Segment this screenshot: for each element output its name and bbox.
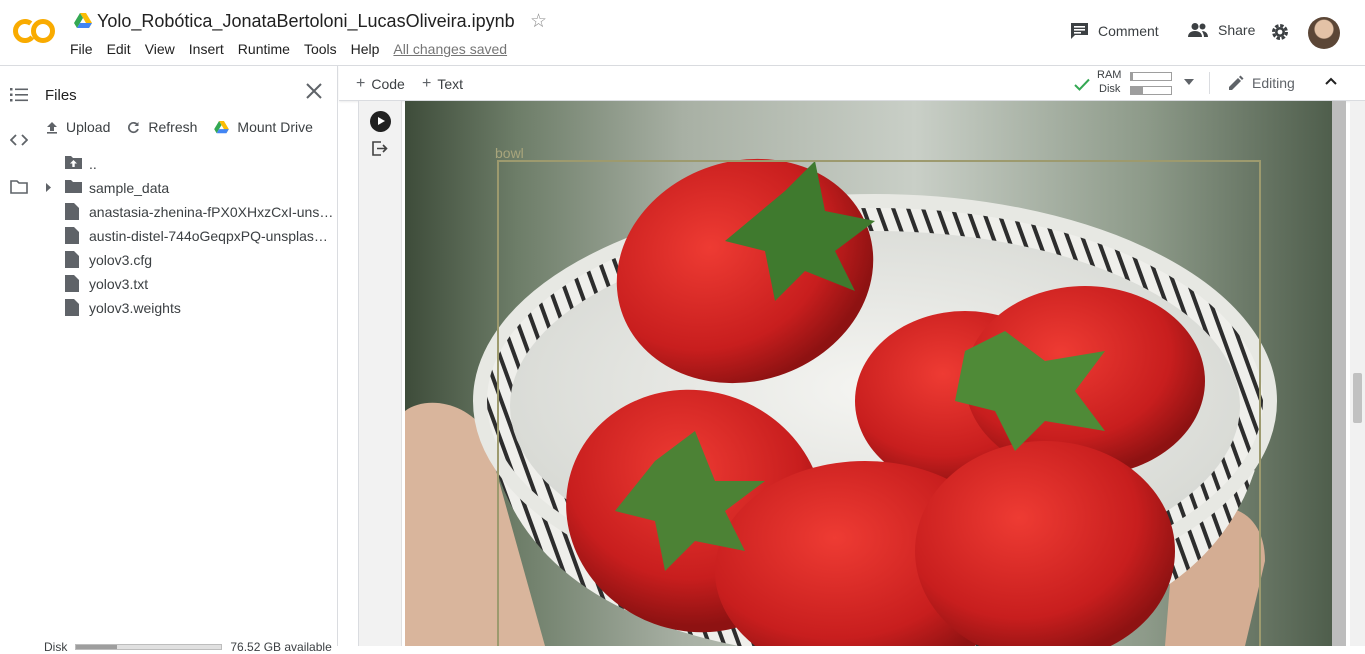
google-drive-icon <box>214 120 230 133</box>
google-drive-icon <box>74 13 92 28</box>
file-name: sample_data <box>89 180 170 196</box>
menu-file[interactable]: File <box>70 41 93 57</box>
list-item[interactable]: anastasia-zhenina-fPX0XHxzCxI-unsplash.j… <box>38 200 338 224</box>
cell-gutter <box>358 101 402 646</box>
mount-drive-label: Mount Drive <box>237 119 313 135</box>
file-icon <box>65 227 79 244</box>
app-header: Yolo_Robótica_JonataBertoloni_LucasOlive… <box>0 0 1365 66</box>
share-label: Share <box>1218 22 1256 38</box>
output-scrollbar[interactable] <box>1332 101 1346 646</box>
gear-icon[interactable] <box>1270 22 1290 42</box>
add-code-button[interactable]: + Code <box>356 75 405 93</box>
refresh-label: Refresh <box>148 119 198 135</box>
list-item[interactable]: sample_data <box>38 176 338 200</box>
file-name: austin-distel-744oGeqpxPQ-unsplash.jpg <box>89 228 334 244</box>
disk-usage-fill <box>1131 87 1143 94</box>
code-snippets-icon[interactable] <box>10 134 28 146</box>
menu-help[interactable]: Help <box>351 41 380 57</box>
files-actions: Upload Refresh Mount Drive <box>46 119 330 135</box>
menu-view[interactable]: View <box>145 41 175 57</box>
ram-label: RAM <box>1097 69 1122 81</box>
chevron-down-icon[interactable] <box>1184 79 1194 85</box>
plus-icon: + <box>356 75 366 92</box>
colab-logo[interactable] <box>12 17 56 45</box>
list-item[interactable]: .. <box>38 152 338 176</box>
menu-bar: File Edit View Insert Runtime Tools Help… <box>70 41 521 57</box>
upload-label: Upload <box>66 119 111 135</box>
run-cell-button[interactable] <box>370 111 391 132</box>
menu-tools[interactable]: Tools <box>304 41 337 57</box>
file-icon <box>65 275 79 292</box>
star-icon[interactable]: ☆ <box>530 10 547 33</box>
file-name: anastasia-zhenina-fPX0XHxzCxI-unsplash.j… <box>89 204 334 220</box>
disk-available: 76.52 GB available <box>230 640 332 654</box>
menu-runtime[interactable]: Runtime <box>238 41 290 57</box>
pencil-icon <box>1229 75 1244 90</box>
check-icon <box>1074 78 1090 91</box>
disk-usage: Disk 76.52 GB available <box>44 640 332 654</box>
editing-label: Editing <box>1252 75 1295 91</box>
files-panel-title: Files <box>45 87 77 104</box>
scrollbar-thumb[interactable] <box>1353 373 1362 423</box>
refresh-button[interactable]: Refresh <box>127 119 197 135</box>
disk-usage-bar <box>75 644 223 650</box>
upload-icon <box>47 121 57 134</box>
list-item[interactable]: austin-distel-744oGeqpxPQ-unsplash.jpg <box>38 224 338 248</box>
comment-label: Comment <box>1098 23 1159 39</box>
save-status[interactable]: All changes saved <box>393 41 507 57</box>
editing-button[interactable]: Editing <box>1228 75 1295 91</box>
menu-insert[interactable]: Insert <box>189 41 224 57</box>
notebook-toolbar: + Code + Text RAM Disk Editing <box>339 66 1365 101</box>
upload-button[interactable]: Upload <box>46 119 110 135</box>
list-item[interactable]: yolov3.weights <box>38 296 338 320</box>
list-item[interactable]: yolov3.txt <box>38 272 338 296</box>
file-name: yolov3.weights <box>89 300 181 316</box>
chevron-up-icon[interactable] <box>1325 77 1337 85</box>
disk-usage-bar <box>1130 86 1172 95</box>
plus-icon: + <box>422 75 432 92</box>
list-item[interactable]: yolov3.cfg <box>38 248 338 272</box>
detection-label: bowl <box>495 145 524 161</box>
file-name: yolov3.cfg <box>89 252 153 268</box>
folder-icon <box>65 180 82 193</box>
detection-box <box>497 160 1261 646</box>
add-text-button[interactable]: + Text <box>422 75 463 93</box>
file-name: yolov3.txt <box>89 276 149 292</box>
refresh-icon <box>128 121 140 133</box>
add-text-label: Text <box>437 76 464 92</box>
comment-button[interactable]: Comment <box>1070 22 1159 40</box>
file-icon <box>65 203 79 220</box>
mount-drive-button[interactable]: Mount Drive <box>214 119 313 135</box>
side-rail <box>0 66 38 646</box>
people-icon <box>1188 23 1208 37</box>
file-icon <box>65 251 79 268</box>
folder-icon[interactable] <box>10 180 28 194</box>
table-of-contents-icon[interactable] <box>10 88 28 102</box>
file-icon <box>65 299 79 316</box>
add-code-label: Code <box>371 76 405 92</box>
notebook-title[interactable]: Yolo_Robótica_JonataBertoloni_LucasOlive… <box>97 11 515 32</box>
output-toggle-icon[interactable] <box>372 141 388 156</box>
file-tree: .. sample_data anastasia-zhenina-fPX0XHx… <box>38 152 338 320</box>
file-name: .. <box>89 156 97 172</box>
output-image: bowl <box>405 101 1332 646</box>
toolbar-divider <box>1209 72 1210 94</box>
page-scrollbar[interactable] <box>1350 101 1365 646</box>
folder-up-icon <box>65 156 82 169</box>
disk-label: Disk <box>44 640 68 654</box>
ram-usage-fill <box>1131 73 1133 80</box>
share-button[interactable]: Share <box>1187 22 1255 38</box>
ram-usage-bar <box>1130 72 1172 81</box>
disk-label: Disk <box>1099 83 1121 95</box>
caret-right-icon[interactable] <box>46 183 52 192</box>
menu-edit[interactable]: Edit <box>107 41 131 57</box>
files-panel: Files Upload Refresh Mount Drive .. samp… <box>38 66 338 654</box>
close-icon[interactable] <box>305 82 323 100</box>
avatar[interactable] <box>1308 17 1340 49</box>
comment-icon <box>1071 23 1088 39</box>
